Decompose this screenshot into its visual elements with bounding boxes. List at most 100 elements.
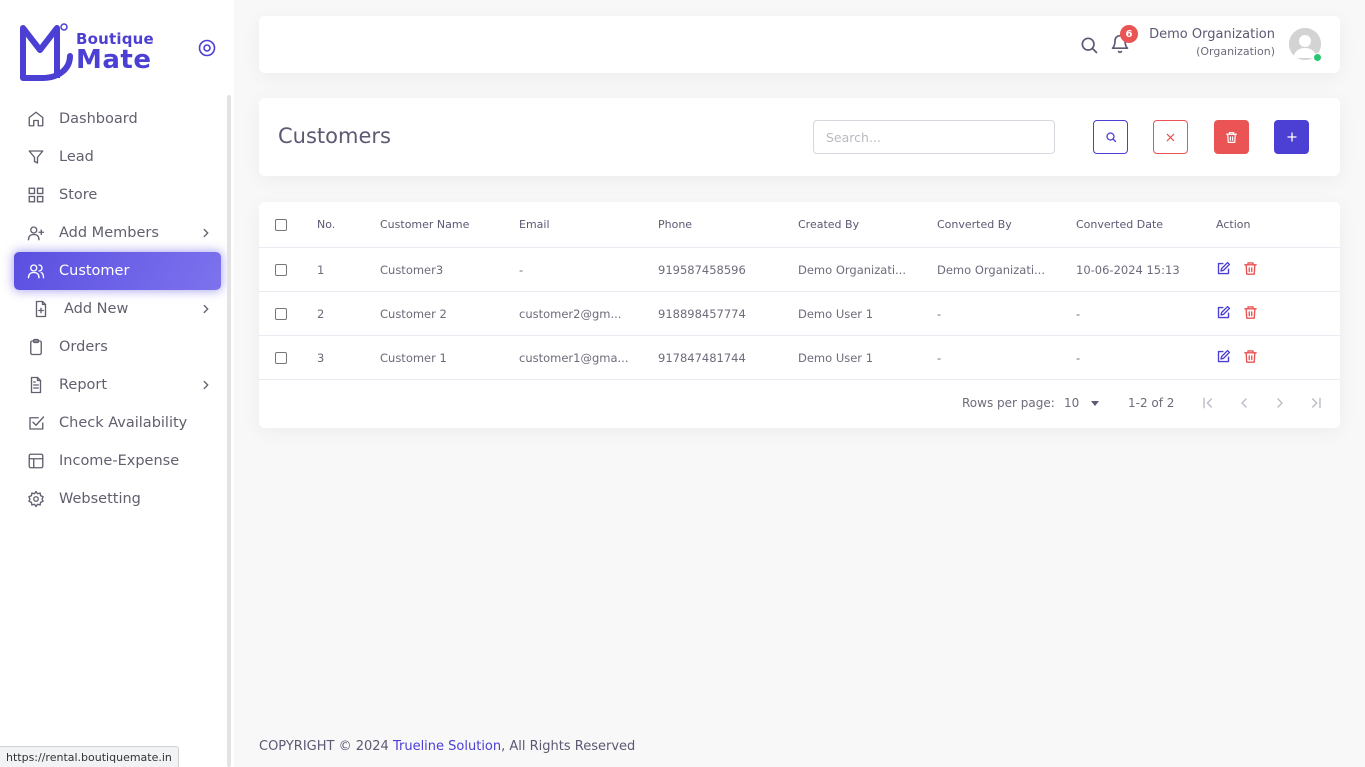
table-row: 2 Customer 2 customer2@gm... 91889845777… [259,292,1340,336]
sidebar-item-label: Check Availability [59,415,188,431]
cell-created-by: Demo Organizati... [798,262,906,277]
search-icon[interactable] [1079,35,1099,55]
first-page-icon[interactable] [1199,394,1217,412]
column-header-created-by[interactable]: Created By [798,202,910,247]
user-role: (Organization) [1196,45,1275,58]
last-page-icon[interactable] [1307,394,1325,412]
sidebar-item-check-availability[interactable]: Check Availability [14,404,221,442]
sidebar-item-add-members[interactable]: Add Members [14,214,221,252]
select-all-checkbox[interactable] [275,218,287,231]
column-header-converted-date[interactable]: Converted Date [1076,202,1206,247]
cell-converted-by: Demo Organizati... [937,262,1045,277]
sidebar-item-income-expense[interactable]: Income-Expense [14,442,221,480]
clipboard-icon [26,337,46,357]
user-name[interactable]: Demo Organization [1149,27,1275,42]
row-checkbox[interactable] [275,351,287,364]
filter-icon [26,147,46,167]
cell-created-by: Demo User 1 [798,350,874,365]
customers-table: No. Customer Name Email Phone Created By… [259,202,1340,428]
edit-icon[interactable] [1216,261,1231,279]
cell-created-by: Demo User 1 [798,306,874,321]
chevron-right-icon [199,226,213,240]
cell-converted-by: - [937,306,942,321]
sidebar-item-websetting[interactable]: Websetting [14,480,221,518]
cell-converted-by: - [937,350,942,365]
settings-icon [26,489,46,509]
search-button[interactable] [1093,120,1128,154]
sidebar-item-orders[interactable]: Orders [14,328,221,366]
column-header-email[interactable]: Email [519,202,631,247]
sidebar-item-store[interactable]: Store [14,176,221,214]
check-square-icon [26,413,46,433]
trash-icon[interactable] [1243,261,1258,279]
plus-icon [1286,132,1297,142]
sidebar-item-label: Dashboard [59,111,138,127]
close-icon [1166,133,1175,141]
layout-icon [26,451,46,471]
users-icon [26,261,46,281]
pagination-range: 1-2 of 2 [1128,396,1175,410]
pagination: Rows per page: 10 1-2 of 2 [259,380,1340,428]
row-checkbox[interactable] [275,263,287,276]
sidebar-item-label: Add Members [59,225,159,241]
column-header-action: Action [1216,218,1251,231]
footer-rights: , All Rights Reserved [501,739,636,754]
home-icon [26,109,46,129]
cell-phone: 919587458596 [658,262,746,277]
table-row: 3 Customer 1 customer1@gma... 9178474817… [259,336,1340,380]
add-customer-button[interactable] [1274,120,1309,154]
delete-selected-button[interactable] [1214,120,1249,154]
sidebar-item-add-new[interactable]: Add New [14,290,221,328]
edit-icon[interactable] [1216,305,1231,323]
edit-icon[interactable] [1216,349,1231,367]
row-checkbox[interactable] [275,307,287,320]
sidebar-item-customer[interactable]: Customer [14,252,221,290]
cell-converted-date: 10-06-2024 15:13 [1076,262,1180,277]
cell-email: customer1@gma... [519,350,629,365]
clear-button[interactable] [1153,120,1188,154]
cell-no: 3 [317,350,325,365]
notification-badge: 6 [1120,25,1138,43]
sidebar-item-label: Report [59,377,108,393]
cell-name: Customer 2 [380,306,447,321]
column-header-no[interactable]: No. [317,202,367,247]
rows-per-page-label: Rows per page: [962,396,1055,410]
column-header-phone[interactable]: Phone [658,202,788,247]
search-input[interactable] [813,120,1055,154]
sidebar-item-dashboard[interactable]: Dashboard [14,100,221,138]
sidebar-item-label: Websetting [59,491,141,507]
sidebar-item-report[interactable]: Report [14,366,221,404]
column-header-name[interactable]: Customer Name [380,202,510,247]
column-header-converted-by[interactable]: Converted By [937,202,1049,247]
sidebar-item-lead[interactable]: Lead [14,138,221,176]
footer: COPYRIGHT © 2024 Trueline Solution, All … [259,739,635,754]
table-row: 1 Customer3 - 919587458596 Demo Organiza… [259,248,1340,292]
footer-company-link[interactable]: Trueline Solution [393,739,501,754]
logo-icon [20,23,73,81]
cell-phone: 917847481744 [658,350,746,365]
sidebar-item-label: Customer [59,263,130,279]
cell-action [1216,336,1316,379]
page-header: Customers [259,98,1340,176]
sidebar-toggle-icon[interactable] [197,38,217,58]
cell-action [1216,292,1316,335]
brand-logo[interactable]: Boutique Mate [20,20,160,82]
table-header-row: No. Customer Name Email Phone Created By… [259,202,1340,248]
cell-email: customer2@gm... [519,306,622,321]
online-status-dot [1313,53,1322,62]
caret-down-icon[interactable] [1091,401,1099,406]
cell-converted-date: - [1076,306,1081,321]
sidebar-item-label: Orders [59,339,108,355]
trash-icon[interactable] [1243,349,1258,367]
cell-email: - [519,262,524,277]
chevron-right-icon [199,302,213,316]
brand-name-line2: Mate [76,45,152,75]
cell-name: Customer 1 [380,350,447,365]
sidebar-item-label: Store [59,187,98,203]
sidebar-item-label: Add New [64,301,129,317]
sidebar-scrollbar[interactable] [227,95,231,767]
next-page-icon[interactable] [1271,394,1289,412]
trash-icon[interactable] [1243,305,1258,323]
previous-page-icon[interactable] [1235,394,1253,412]
rows-per-page-select[interactable]: 10 [1064,396,1079,410]
